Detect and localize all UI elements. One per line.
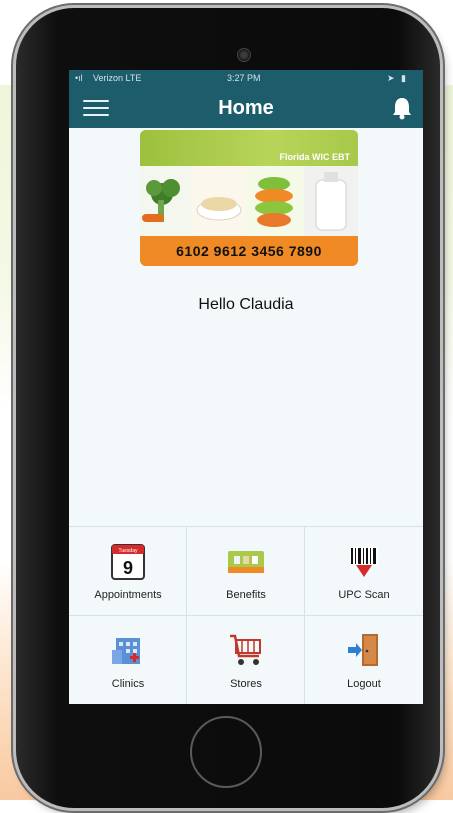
tile-label: Benefits (226, 589, 266, 601)
card-food-strip (140, 166, 358, 236)
tile-label: Clinics (111, 678, 145, 690)
tile-stores[interactable]: Stores (187, 616, 305, 704)
card-brand-label: Florida WIC EBT (279, 152, 351, 162)
calendar-icon: Tuesday 9 (111, 544, 145, 580)
tile-benefits[interactable]: Benefits (187, 527, 305, 616)
status-time: 3:27 PM (227, 73, 261, 83)
greeting-text: Hello Claudia (198, 296, 294, 313)
tile-label: Appointments (94, 589, 162, 601)
tile-label: Stores (230, 678, 262, 690)
signal-icon: •ıl (75, 73, 83, 83)
tile-label: Logout (347, 678, 381, 690)
app-screen: •ıl Verizon LTE 3:27 PM ➤ ▮ Home Florida… (69, 70, 423, 704)
phone-frame: •ıl Verizon LTE 3:27 PM ➤ ▮ Home Florida… (16, 8, 440, 808)
logout-door-icon (348, 634, 378, 666)
feature-grid: Tuesday 9 Appointments Benefits UPC Scan… (69, 526, 423, 704)
tile-upc-scan[interactable]: UPC Scan (305, 527, 423, 616)
bell-icon[interactable] (391, 96, 413, 120)
clinic-building-icon (112, 638, 140, 664)
tile-logout[interactable]: Logout (305, 616, 423, 704)
svg-text:Tuesday: Tuesday (119, 548, 138, 554)
card-number: 6102 9612 3456 7890 (140, 236, 358, 266)
food-images (140, 166, 358, 236)
status-bar: •ıl Verizon LTE 3:27 PM ➤ ▮ (69, 70, 423, 86)
front-camera (237, 48, 251, 62)
tile-label: UPC Scan (338, 589, 390, 601)
barcode-scan-icon (350, 547, 378, 577)
carrier-label: Verizon LTE (93, 73, 142, 83)
home-button[interactable] (190, 716, 262, 788)
wic-ebt-card: Florida WIC EBT 6102 9612 3456 7890 (140, 130, 358, 266)
location-icon: ➤ (387, 73, 395, 83)
page-title: Home (218, 97, 274, 119)
app-header: Home (69, 86, 423, 128)
shopping-cart-icon (230, 634, 261, 665)
tile-appointments[interactable]: Tuesday 9 Appointments (69, 527, 187, 616)
svg-text:9: 9 (123, 558, 133, 578)
battery-icon: ▮ (401, 73, 406, 83)
benefits-card-icon (228, 551, 264, 573)
tile-clinics[interactable]: Clinics (69, 616, 187, 704)
